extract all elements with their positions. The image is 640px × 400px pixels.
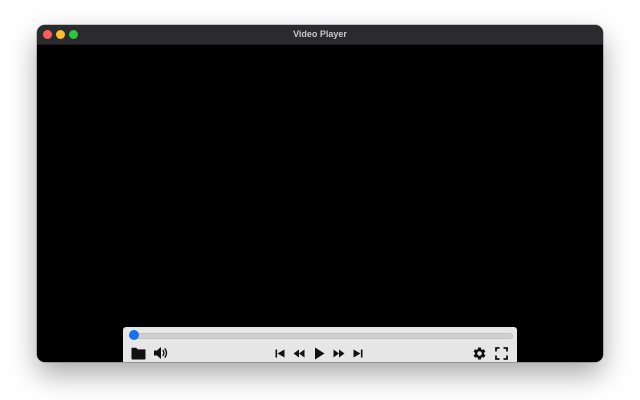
- video-display[interactable]: [37, 45, 603, 362]
- skip-previous-button[interactable]: [273, 346, 287, 360]
- title-bar[interactable]: Video Player: [37, 25, 603, 45]
- skip-previous-icon: [275, 349, 285, 357]
- skip-next-button[interactable]: [351, 346, 365, 360]
- seek-bar[interactable]: [133, 333, 513, 339]
- fullscreen-button[interactable]: [493, 345, 509, 361]
- fullscreen-icon: [494, 346, 508, 360]
- volume-icon: [154, 347, 168, 359]
- rewind-icon: [293, 349, 305, 357]
- gear-icon: [473, 347, 485, 359]
- play-button[interactable]: [311, 345, 327, 361]
- play-icon: [314, 347, 324, 359]
- open-file-button[interactable]: [130, 345, 146, 361]
- settings-button[interactable]: [471, 345, 487, 361]
- fast-forward-icon: [333, 349, 345, 357]
- skip-next-icon: [353, 349, 363, 357]
- seek-bar-thumb[interactable]: [129, 330, 139, 340]
- playback-controls-bar: [123, 327, 517, 362]
- window-title: Video Player: [293, 29, 347, 39]
- video-player-window: Video Player: [37, 25, 603, 362]
- folder-icon: [131, 347, 145, 359]
- fast-forward-button[interactable]: [331, 346, 347, 360]
- rewind-button[interactable]: [291, 346, 307, 360]
- volume-button[interactable]: [152, 345, 170, 361]
